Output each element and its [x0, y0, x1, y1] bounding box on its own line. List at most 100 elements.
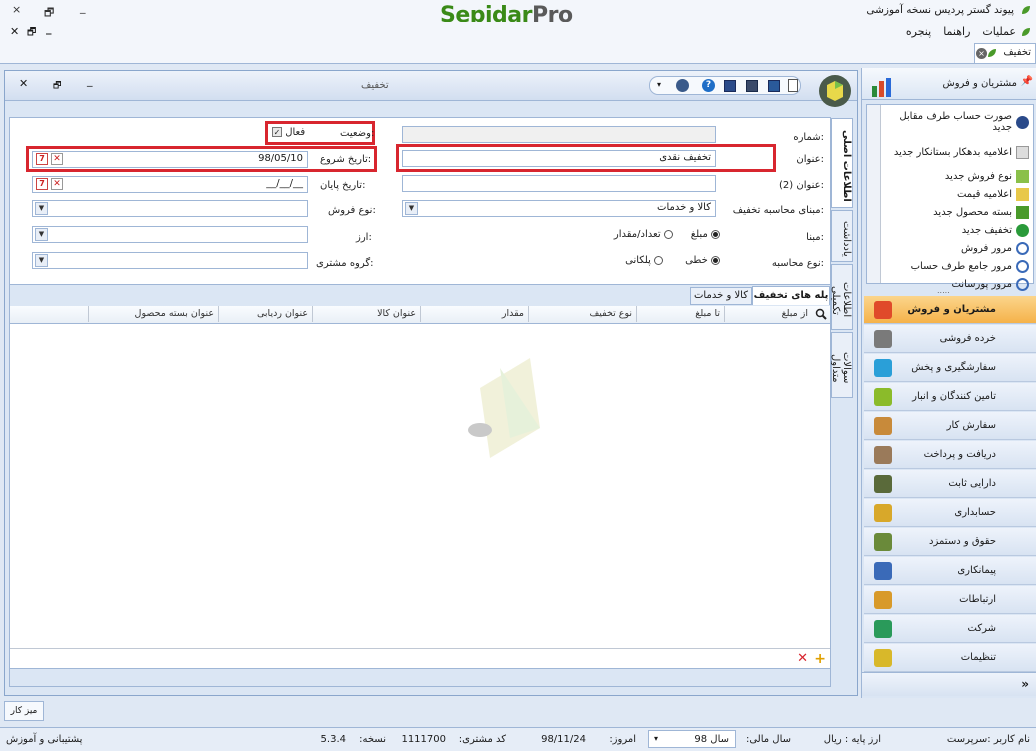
customer-group-select[interactable]: ▼	[32, 252, 308, 269]
shortcut-browse-commission[interactable]: مرور پورسانت	[883, 277, 1029, 291]
shortcut-browse-account[interactable]: مرور جامع طرف حساب	[883, 259, 1029, 273]
module-suppliers[interactable]: تامین کنندگان و انبار	[864, 383, 1036, 411]
side-tab-main-info[interactable]: اطلاعات اصلی	[831, 118, 853, 208]
toolbar-save-close-icon[interactable]	[746, 80, 758, 92]
mdi-restore-icon[interactable]: 🗗	[27, 25, 36, 42]
tab-discount[interactable]: تخفیف ×	[974, 43, 1036, 63]
calc-type-radio-linear[interactable]: خطی	[685, 255, 720, 266]
start-date-clear-icon[interactable]: ✕	[51, 153, 63, 165]
fiscal-year-dropdown-icon[interactable]: ▾	[654, 734, 658, 743]
title-field[interactable]: تخفیف نقدی	[402, 150, 716, 167]
basis-radio-count-dot[interactable]	[663, 229, 673, 239]
toolbar-help-icon[interactable]: ?	[702, 79, 715, 92]
module-contracting[interactable]: پیمانکاری	[864, 557, 1036, 585]
grid-col-tracking-title[interactable]: عنوان ردیابی	[218, 306, 312, 322]
menu-operations[interactable]: عملیات	[982, 25, 1016, 38]
sidebar-pin-icon[interactable]: 📌	[1021, 76, 1033, 87]
shortcut-price-notice[interactable]: اعلامیه قیمت	[883, 187, 1029, 201]
module-company[interactable]: شرکت	[864, 615, 1036, 643]
basis-radio-amount[interactable]: مبلغ	[691, 229, 720, 240]
toolbar-dropdown-icon[interactable]: ▾	[657, 80, 661, 89]
grid-col-quantity[interactable]: مقدار	[420, 306, 528, 322]
splitter-handle[interactable]: .....	[937, 286, 950, 295]
grid-col-product-title[interactable]: عنوان کالا	[312, 306, 420, 322]
start-date-field[interactable]: 98/05/10 7 ✕	[32, 151, 308, 168]
grid-search-icon[interactable]	[812, 306, 830, 322]
calc-type-radio-linear-label: خطی	[685, 255, 708, 266]
module-retail[interactable]: خرده فروشی	[864, 325, 1036, 353]
module-accounting[interactable]: حسابداری	[864, 499, 1036, 527]
module-payments[interactable]: دریافت و پرداخت	[864, 441, 1036, 469]
desktop-tab[interactable]: میز کار	[4, 701, 44, 721]
grid-col-from-amount[interactable]: از مبلغ	[724, 306, 812, 322]
grid-delete-row-icon[interactable]: ✕	[797, 651, 808, 666]
minimize-app-icon[interactable]: _	[80, 1, 86, 14]
form-minimize-icon[interactable]: _	[87, 74, 93, 87]
module-work-order[interactable]: سفارش کار	[864, 412, 1036, 440]
side-tab-notes[interactable]: یادداشت	[831, 210, 853, 262]
module-settings[interactable]: تنظیمات	[864, 644, 1036, 672]
close-app-icon[interactable]: ×	[12, 3, 21, 16]
grid-col-discount-type[interactable]: نوع تخفیف	[528, 306, 636, 322]
grid-tab-steps[interactable]: پله های تخفیف	[752, 286, 830, 305]
form-restore-icon[interactable]: 🗗	[53, 78, 61, 94]
sale-type-select[interactable]: ▼	[32, 200, 308, 217]
start-date-calendar-icon[interactable]: 7	[36, 153, 48, 165]
grid-tab-products[interactable]: کالا و خدمات	[690, 287, 752, 305]
currency-select[interactable]: ▼	[32, 226, 308, 243]
menu-window[interactable]: پنجره	[906, 25, 931, 38]
shortcut-new-sale-type[interactable]: نوع فروش جدید	[883, 169, 1029, 183]
module-work-order-label: سفارش کار	[946, 420, 996, 431]
title2-field[interactable]	[402, 175, 716, 192]
toolbar-attach-icon[interactable]	[676, 79, 689, 92]
fiscal-year-select[interactable]: سال 98 ▾	[648, 730, 736, 748]
status-checkbox-box[interactable]: ✓	[272, 127, 282, 137]
status-support-link[interactable]: پشتیبانی و آموزش	[6, 734, 82, 745]
module-payroll-icon	[874, 533, 892, 551]
sidebar-expand-icon[interactable]: »	[1021, 677, 1029, 691]
basis-radio-count[interactable]: تعداد/مقدار	[614, 229, 673, 240]
sale-type-dropdown-icon[interactable]: ▼	[35, 202, 48, 215]
shortcut-new-package[interactable]: بسته محصول جدید	[883, 205, 1029, 219]
toolbar-save-new-icon[interactable]	[724, 80, 736, 92]
shortcut-scrollbar[interactable]	[867, 105, 881, 283]
currency-dropdown-icon[interactable]: ▼	[35, 228, 48, 241]
package-icon	[1016, 205, 1029, 219]
module-communications[interactable]: ارتباطات	[864, 586, 1036, 614]
module-payroll[interactable]: حقوق و دستمزد	[864, 528, 1036, 556]
tab-discount-label: تخفیف	[1003, 47, 1031, 58]
app-title: پیوند گستر پردیس نسخه آموزشی	[866, 4, 1014, 16]
calc-type-radio-step-dot[interactable]	[654, 255, 664, 265]
end-date-calendar-icon[interactable]: 7	[36, 178, 48, 190]
end-date-clear-icon[interactable]: ✕	[51, 178, 63, 190]
toolbar-save-icon[interactable]	[768, 80, 780, 92]
module-sales[interactable]: مشتریان و فروش	[864, 296, 1036, 324]
grid-add-row-icon[interactable]: +	[814, 651, 826, 667]
shortcut-debit-credit[interactable]: اعلامیه بدهکار بستانکار جدید	[883, 139, 1029, 165]
calc-basis-select[interactable]: کالا و خدمات ▼	[402, 200, 716, 217]
grid-col-to-amount[interactable]: تا مبلغ	[636, 306, 724, 322]
calc-basis-dropdown-icon[interactable]: ▼	[405, 202, 418, 215]
menu-help[interactable]: راهنما	[943, 25, 970, 38]
module-fixed-assets[interactable]: دارایی ثابت	[864, 470, 1036, 498]
module-ordering[interactable]: سفارشگیری و پخش	[864, 354, 1036, 382]
shortcut-browse-sales[interactable]: مرور فروش	[883, 241, 1029, 255]
shortcut-new-invoice[interactable]: صورت حساب طرف مقابل جدید	[883, 109, 1029, 135]
status-active-checkbox[interactable]: ✓ فعال	[272, 127, 305, 138]
customer-group-dropdown-icon[interactable]: ▼	[35, 254, 48, 267]
shortcut-new-discount[interactable]: تخفیف جدید	[883, 223, 1029, 237]
tab-close-icon[interactable]: ×	[976, 48, 987, 59]
calc-type-radio-linear-dot[interactable]	[711, 255, 720, 265]
end-date-field[interactable]: __/__/__ 7 ✕	[32, 176, 308, 193]
basis-radio-amount-dot[interactable]	[711, 229, 720, 239]
form-close-icon[interactable]: ✕	[19, 77, 28, 90]
calc-type-radio-step[interactable]: پلکانی	[625, 255, 664, 266]
side-tab-faq[interactable]: سوالات متداول	[830, 332, 853, 398]
side-tab-extra-info[interactable]: اطلاعات تکمیلی	[830, 264, 853, 330]
restore-app-icon[interactable]: 🗗	[44, 4, 54, 23]
grid-col-package-title[interactable]: عنوان بسته محصول	[88, 306, 218, 322]
mdi-close-icon[interactable]: ✕	[10, 25, 19, 38]
grid-scrollbar[interactable]	[10, 668, 830, 686]
mdi-minimize-icon[interactable]: _	[46, 22, 52, 35]
toolbar-new-icon[interactable]	[788, 79, 798, 92]
